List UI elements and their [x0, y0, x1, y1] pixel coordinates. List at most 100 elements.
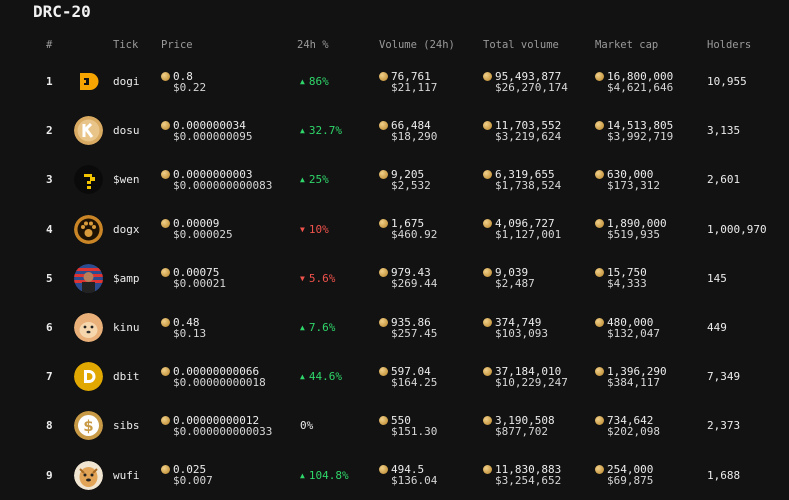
- row-change: 0%: [300, 401, 313, 450]
- row-market-cap-usd: $202,098: [607, 424, 660, 438]
- row-change-value: 86%: [308, 75, 329, 88]
- row-price-usd: $0.13: [173, 326, 207, 340]
- row-change: ▲ 32.7%: [300, 106, 342, 155]
- row-price: 0.0000000003 $0.000000000083: [161, 155, 272, 204]
- header-price[interactable]: Price: [161, 39, 193, 51]
- row-tick[interactable]: dogx: [113, 205, 140, 254]
- row-volume: 1,675 $460.92: [379, 205, 437, 254]
- dogecoin-icon: [379, 415, 388, 425]
- header-volume[interactable]: Volume (24h): [379, 39, 455, 51]
- header-holders[interactable]: Holders: [707, 39, 751, 51]
- dogecoin-icon: [483, 366, 492, 376]
- table-row[interactable]: 9 wufi 0.025 $0.007 ▲ 104.8% 494.5 $136.…: [0, 451, 789, 500]
- row-volume: 979.43 $269.44: [379, 254, 437, 303]
- row-market-cap-usd: $3,992,719: [607, 129, 674, 143]
- row-price-usd: $0.00021: [173, 277, 226, 291]
- row-volume: 9,205 $2,532: [379, 155, 431, 204]
- row-price-value: 0.8: [173, 69, 193, 83]
- row-tick[interactable]: kinu: [113, 303, 140, 352]
- dogecoin-icon: [379, 71, 388, 81]
- arrow-down-icon: ▼: [300, 273, 305, 283]
- table-row[interactable]: 7 dbit 0.00000000066 $0.00000000018 ▲ 44…: [0, 352, 789, 401]
- row-market-cap-value: 480,000: [607, 315, 654, 329]
- row-change: ▲ 44.6%: [300, 352, 342, 401]
- table-row[interactable]: 8 $ sibs 0.00000000012 $0.000000000033 0…: [0, 401, 789, 450]
- row-holders: 145: [707, 271, 727, 285]
- row-price-usd: $0.000000000033: [173, 424, 273, 438]
- header-market-cap[interactable]: Market cap: [595, 39, 658, 51]
- arrow-down-icon: ▼: [300, 224, 305, 234]
- row-change-value: 0%: [300, 419, 314, 433]
- row-volume: 597.04 $164.25: [379, 352, 437, 401]
- dogecoin-icon: [595, 71, 604, 81]
- table-row[interactable]: 6 kinu 0.48 $0.13 ▲ 7.6% 935.86 $257.45 …: [0, 303, 789, 352]
- row-price: 0.00000000012 $0.000000000033: [161, 401, 272, 450]
- row-tick[interactable]: $amp: [113, 254, 140, 303]
- row-price: 0.025 $0.007: [161, 451, 213, 500]
- table-row[interactable]: 1 dogi 0.8 $0.22 ▲ 86% 76,761 $21,117 95…: [0, 57, 789, 106]
- row-volume-usd: $2,532: [391, 178, 431, 192]
- row-price-usd: $0.007: [173, 474, 213, 488]
- row-volume-usd: $18,290: [391, 129, 438, 143]
- row-holders: 449: [707, 321, 727, 334]
- table-row[interactable]: 2 dosu 0.000000034 $0.000000095 ▲ 32.7%: [0, 106, 789, 155]
- table-row[interactable]: 4 dogx 0.00009 $0.000025 ▼ 10% 1,675 $46…: [0, 205, 789, 254]
- header-change[interactable]: 24h %: [297, 39, 329, 51]
- row-volume: 935.86 $257.45: [379, 303, 437, 352]
- row-rank: 3: [46, 173, 53, 187]
- row-holders: 3,135: [707, 124, 741, 138]
- row-change: ▼ 10%: [300, 205, 329, 254]
- dogecoin-icon: [595, 169, 604, 179]
- row-holders: 2,373: [707, 419, 741, 433]
- dogecoin-icon: [483, 415, 492, 425]
- row-total-volume-usd: $3,219,624: [495, 129, 562, 143]
- arrow-up-icon: ▲: [300, 175, 305, 185]
- row-total-volume-usd: $1,738,524: [495, 178, 562, 192]
- row-tick[interactable]: dogi: [113, 57, 140, 106]
- dogecoin-icon: [161, 169, 170, 179]
- dogecoin-icon: [161, 366, 170, 376]
- dogecoin-icon: [595, 465, 604, 475]
- table-row[interactable]: 3 $wen 0.0000000003 $0.000000000083 ▲ 25…: [0, 155, 789, 204]
- amp-logo-icon: [74, 254, 103, 303]
- row-tick[interactable]: dosu: [113, 106, 140, 155]
- dogecoin-icon: [483, 169, 492, 179]
- row-market-cap-usd: $384,117: [607, 375, 660, 389]
- row-total-volume-usd: $1,127,001: [495, 228, 562, 242]
- row-tick[interactable]: $wen: [113, 155, 140, 204]
- header-total-volume[interactable]: Total volume: [483, 39, 559, 51]
- dogecoin-icon: [161, 120, 170, 130]
- row-price: 0.00075 $0.00021: [161, 254, 226, 303]
- row-price: 0.00000000066 $0.00000000018: [161, 352, 266, 401]
- dogecoin-icon: [161, 268, 170, 278]
- row-price: 0.48 $0.13: [161, 303, 206, 352]
- row-rank: 2: [46, 124, 53, 138]
- row-market-cap: 15,750 $4,333: [595, 254, 647, 303]
- dogi-logo-icon: [74, 57, 103, 106]
- header-rank[interactable]: #: [46, 39, 52, 51]
- row-total-volume: 374,749 $103,093: [483, 303, 548, 352]
- dogecoin-icon: [483, 120, 492, 130]
- row-change: ▼ 5.6%: [300, 254, 335, 303]
- row-change-value: 44.6%: [308, 370, 342, 384]
- row-change-value: 32.7%: [308, 124, 342, 138]
- row-rank: 8: [46, 419, 53, 433]
- row-rank: 1: [46, 75, 53, 88]
- row-change: ▲ 86%: [300, 57, 329, 106]
- dogecoin-icon: [595, 268, 604, 278]
- row-price-usd: $0.000000000083: [173, 178, 273, 192]
- dogecoin-icon: [483, 268, 492, 278]
- row-holders: 10,955: [707, 75, 747, 88]
- row-rank: 9: [46, 468, 53, 482]
- dogecoin-icon: [161, 465, 170, 475]
- wen-logo-icon: [74, 155, 103, 204]
- table-row[interactable]: 5 $amp 0.00075 $0.00021 ▼ 5.6% 979.43 $2…: [0, 254, 789, 303]
- row-market-cap-usd: $519,935: [607, 228, 660, 242]
- row-tick[interactable]: dbit: [113, 352, 140, 401]
- row-tick[interactable]: wufi: [113, 451, 140, 500]
- row-price: 0.8 $0.22: [161, 57, 206, 106]
- header-tick[interactable]: Tick: [113, 39, 138, 51]
- row-tick[interactable]: sibs: [113, 401, 140, 450]
- row-total-volume-usd: $26,270,174: [495, 80, 568, 94]
- row-holders: 7,349: [707, 370, 741, 384]
